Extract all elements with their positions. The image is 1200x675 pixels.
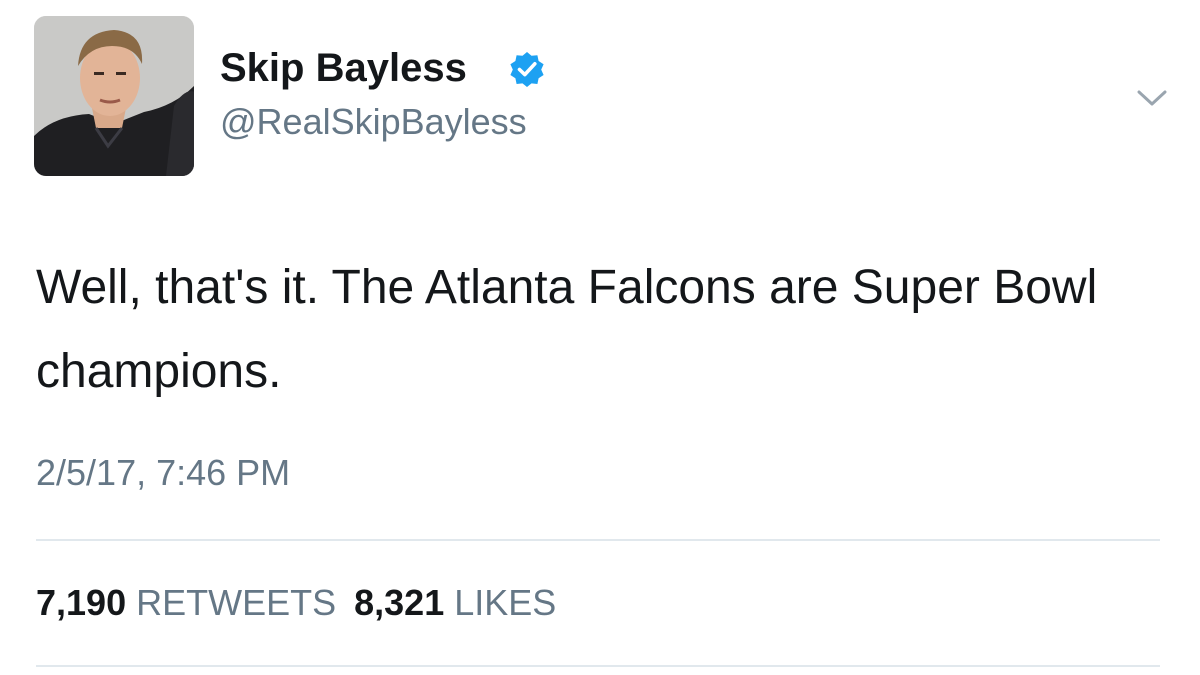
avatar-photo — [34, 16, 194, 176]
retweets-label: RETWEETS — [136, 582, 337, 623]
chevron-down-icon[interactable] — [1134, 86, 1170, 110]
retweets-count: 7,190 — [36, 582, 127, 623]
verified-badge-icon — [510, 52, 544, 87]
likes-label: LIKES — [454, 582, 557, 623]
retweets-stat[interactable]: 7,190 RETWEETS — [36, 582, 336, 623]
divider — [36, 539, 1160, 541]
user-handle[interactable]: @RealSkipBayless — [220, 100, 527, 144]
tweet-text: Well, that's it. The Atlanta Falcons are… — [36, 261, 1098, 398]
tweet-stats: 7,190 RETWEETS 8,321 LIKES — [36, 581, 556, 625]
tweet-timestamp[interactable]: 2/5/17, 7:46 PM — [36, 451, 290, 495]
likes-stat[interactable]: 8,321 LIKES — [354, 582, 556, 623]
display-name[interactable]: Skip Bayless — [220, 44, 467, 92]
tweet-card: Skip Bayless @RealSkipBayless Well, that… — [0, 0, 1200, 675]
avatar[interactable] — [34, 16, 194, 176]
likes-count: 8,321 — [354, 582, 445, 623]
divider — [36, 665, 1160, 667]
